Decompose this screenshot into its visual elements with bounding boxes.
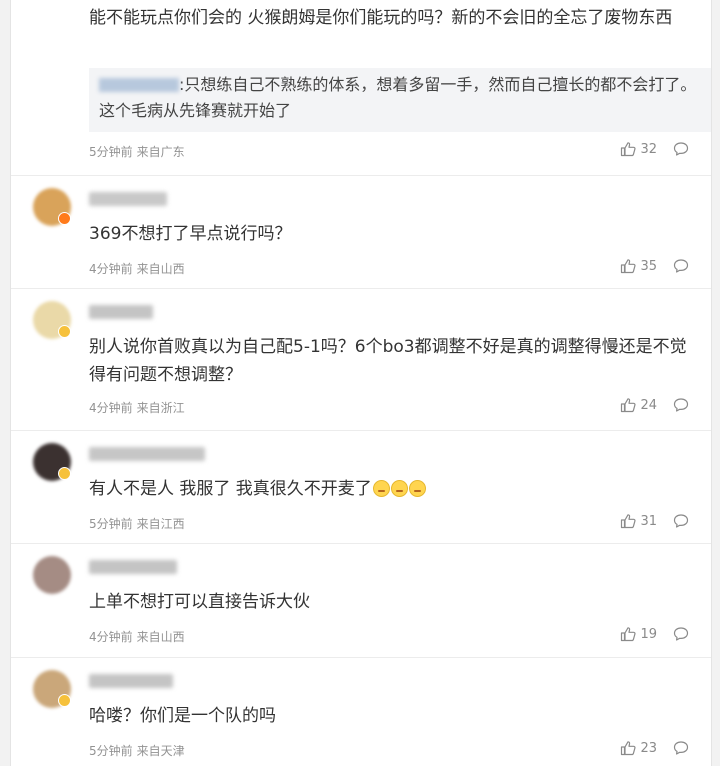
comment-actions: 31	[620, 513, 689, 529]
reply-icon[interactable]	[673, 626, 689, 642]
emoji-icon	[390, 480, 408, 497]
comment-list: 能不能玩点你们会的 火猴朗姆是你们能玩的吗？新的不会旧的全忘了废物东西 :只想练…	[10, 0, 712, 766]
user-avatar[interactable]	[33, 556, 71, 594]
username-blurred[interactable]	[89, 447, 205, 461]
reply-icon[interactable]	[673, 258, 689, 274]
comment-meta: 5分钟前 来自天津	[89, 742, 185, 759]
verified-badge-icon	[58, 467, 71, 480]
comment-time: 5分钟前	[89, 517, 133, 531]
comment-location: 来自广东	[136, 145, 185, 159]
comment-text-body: 有人不是人 我服了 我真很久不开麦了	[89, 479, 372, 499]
username-blurred[interactable]	[89, 674, 173, 688]
reply-icon[interactable]	[673, 141, 689, 157]
comment-actions: 24	[620, 397, 689, 413]
emoji-icon	[372, 480, 390, 497]
comment-item: 上单不想打可以直接告诉大伙 4分钟前 来自山西 19	[11, 544, 711, 658]
reply-icon[interactable]	[673, 397, 689, 413]
comment-location: 来自山西	[136, 630, 185, 644]
comment-time: 4分钟前	[89, 401, 133, 415]
verified-badge-icon	[58, 325, 71, 338]
like-count[interactable]: 32	[640, 142, 657, 157]
like-count[interactable]: 19	[640, 627, 657, 642]
username-blurred[interactable]	[89, 305, 153, 319]
comment-time: 5分钟前	[89, 744, 133, 758]
comment-meta: 5分钟前 来自江西	[89, 515, 185, 532]
comment-item: 能不能玩点你们会的 火猴朗姆是你们能玩的吗？新的不会旧的全忘了废物东西 :只想练…	[11, 0, 711, 176]
verified-badge-icon	[58, 212, 71, 225]
comment-location: 来自江西	[136, 517, 185, 531]
comment-text: 哈喽？你们是一个队的吗	[89, 706, 276, 726]
quoted-reply: :只想练自己不熟练的体系，想着多留一手，然而自己擅长的都不会打了。这个毛病从先锋…	[89, 68, 711, 132]
thumbs-up-icon[interactable]	[620, 397, 637, 413]
username-blurred[interactable]	[89, 192, 167, 206]
comment-text: 有人不是人 我服了 我真很久不开麦了	[89, 475, 689, 503]
emoji-icon	[408, 480, 426, 497]
comment-meta: 5分钟前 来自广东	[89, 143, 185, 160]
comment-meta: 4分钟前 来自浙江	[89, 399, 185, 416]
comment-location: 来自天津	[136, 744, 185, 758]
comment-item: 369不想打了早点说行吗？ 4分钟前 来自山西 35	[11, 176, 711, 289]
comment-actions: 35	[620, 258, 689, 274]
comment-time: 4分钟前	[89, 630, 133, 644]
comment-text: 上单不想打可以直接告诉大伙	[89, 592, 310, 612]
comment-time: 5分钟前	[89, 145, 133, 159]
comment-location: 来自浙江	[136, 401, 185, 415]
comment-item: 有人不是人 我服了 我真很久不开麦了 5分钟前 来自江西 31	[11, 431, 711, 544]
like-count[interactable]: 24	[640, 398, 657, 413]
comment-time: 4分钟前	[89, 262, 133, 276]
quoted-author-name[interactable]	[99, 78, 179, 92]
thumbs-up-icon[interactable]	[620, 141, 637, 157]
verified-badge-icon	[58, 694, 71, 707]
comment-item: 哈喽？你们是一个队的吗 5分钟前 来自天津 23	[11, 658, 711, 766]
thumbs-up-icon[interactable]	[620, 258, 637, 274]
like-count[interactable]: 23	[640, 741, 657, 756]
reply-icon[interactable]	[673, 740, 689, 756]
comment-meta: 4分钟前 来自山西	[89, 628, 185, 645]
comment-text: 别人说你首败真以为自己配5-1吗？6个bo3都调整不好是真的调整得慢还是不觉得有…	[89, 337, 687, 385]
thumbs-up-icon[interactable]	[620, 513, 637, 529]
thumbs-up-icon[interactable]	[620, 626, 637, 642]
username-blurred[interactable]	[89, 560, 177, 574]
comment-text: 能不能玩点你们会的 火猴朗姆是你们能玩的吗？新的不会旧的全忘了废物东西	[89, 8, 673, 28]
like-count[interactable]: 35	[640, 259, 657, 274]
comment-meta: 4分钟前 来自山西	[89, 260, 185, 277]
thumbs-up-icon[interactable]	[620, 740, 637, 756]
quoted-reply-text: :只想练自己不熟练的体系，想着多留一手，然而自己擅长的都不会打了。这个毛病从先锋…	[99, 75, 697, 120]
comment-actions: 32	[620, 141, 689, 157]
comment-location: 来自山西	[136, 262, 185, 276]
reply-icon[interactable]	[673, 513, 689, 529]
comment-text: 369不想打了早点说行吗？	[89, 224, 292, 244]
comment-actions: 23	[620, 740, 689, 756]
comment-actions: 19	[620, 626, 689, 642]
like-count[interactable]: 31	[640, 514, 657, 529]
comment-item: 别人说你首败真以为自己配5-1吗？6个bo3都调整不好是真的调整得慢还是不觉得有…	[11, 289, 711, 431]
